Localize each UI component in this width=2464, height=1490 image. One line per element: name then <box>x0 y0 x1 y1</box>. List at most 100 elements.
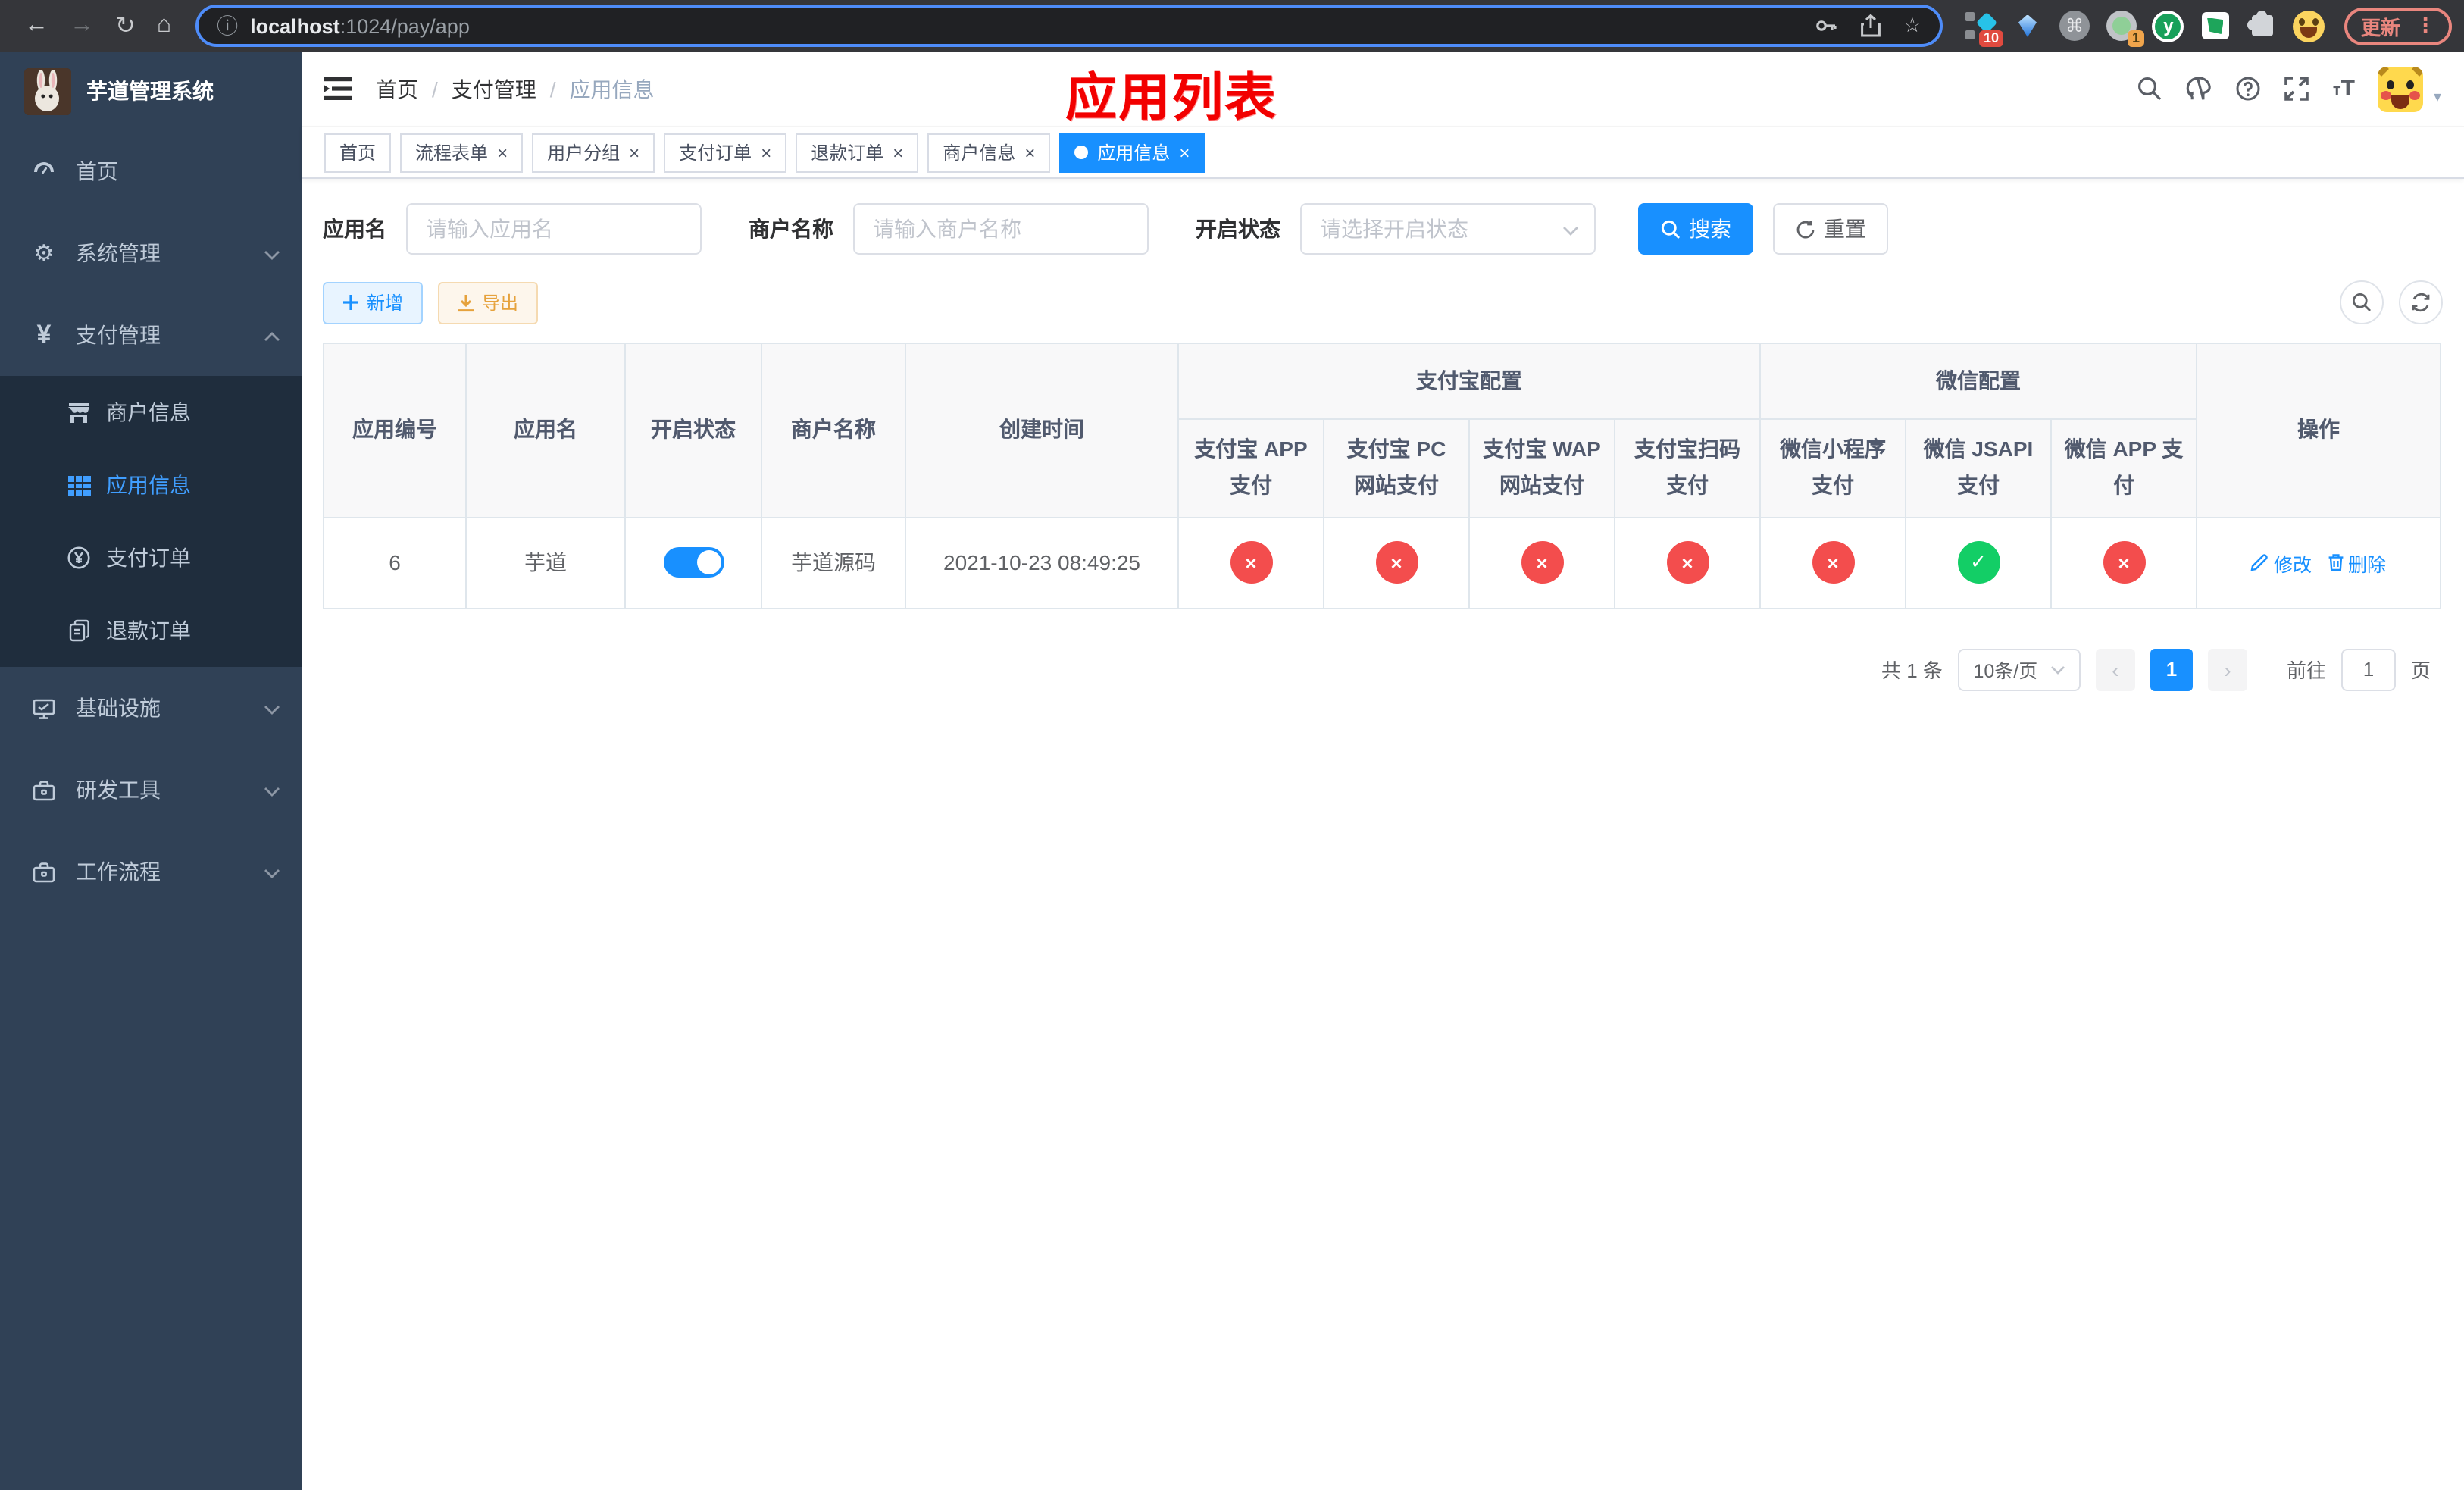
monitor-check-icon <box>32 696 56 720</box>
goto-page-input[interactable] <box>2340 648 2396 691</box>
chevron-down-icon <box>264 778 280 802</box>
breadcrumb-payment[interactable]: 支付管理 <box>452 74 536 104</box>
extension-command-icon[interactable]: ⌘ <box>2058 9 2091 42</box>
edit-button[interactable]: 修改 <box>2251 548 2312 577</box>
sidebar-item-app-info[interactable]: 应用信息 <box>0 449 302 521</box>
current-page-button[interactable]: 1 <box>2150 648 2193 691</box>
password-key-icon[interactable] <box>1814 14 1838 38</box>
close-icon[interactable]: × <box>761 143 771 161</box>
sidebar-item-payment[interactable]: ¥ 支付管理 <box>0 294 302 376</box>
logo-row[interactable]: 芋道管理系统 <box>0 52 302 130</box>
extension-chat-icon[interactable] <box>2199 9 2232 42</box>
forward-icon[interactable]: → <box>70 12 94 39</box>
chevron-up-icon <box>264 323 280 347</box>
close-icon[interactable]: × <box>893 143 903 161</box>
back-icon[interactable]: ← <box>24 12 48 39</box>
close-icon[interactable]: × <box>629 143 639 161</box>
app-title: 芋道管理系统 <box>86 79 214 103</box>
browser-menu-icon[interactable]: ⋮ <box>2416 14 2435 38</box>
update-button[interactable]: 更新 ⋮ <box>2344 7 2452 45</box>
wx-app-status: × <box>2103 541 2145 584</box>
sidebar-item-home[interactable]: 首页 <box>0 130 302 212</box>
grid-table-icon <box>67 473 91 497</box>
sidebar-collapse-icon[interactable] <box>324 77 352 100</box>
user-menu-caret-icon[interactable]: ▾ <box>2434 89 2441 105</box>
font-size-icon[interactable]: тT <box>2333 76 2355 102</box>
close-icon[interactable]: × <box>497 143 508 161</box>
extension-yuque-icon[interactable]: y <box>2152 9 2185 42</box>
fullscreen-icon[interactable] <box>2284 76 2310 102</box>
share-icon[interactable] <box>1859 14 1882 38</box>
search-icon[interactable] <box>2137 76 2163 102</box>
breadcrumb-separator: / <box>432 77 438 101</box>
tag-user-group[interactable]: 用户分组 × <box>532 133 655 172</box>
extension-profile-icon[interactable]: 1 <box>2105 9 2144 47</box>
close-icon[interactable]: × <box>1024 143 1035 161</box>
yen-circle-icon <box>67 546 91 570</box>
tag-home[interactable]: 首页 <box>324 133 392 172</box>
update-label: 更新 <box>2360 16 2400 39</box>
sidebar-item-label: 系统管理 <box>76 241 161 265</box>
active-dot <box>1074 146 1089 159</box>
delete-button[interactable]: 删除 <box>2327 548 2386 577</box>
search-button[interactable]: 搜索 <box>1638 203 1753 255</box>
sidebar-item-system[interactable]: ⚙ 系统管理 <box>0 212 302 294</box>
extension-emoji-icon[interactable] <box>2293 9 2326 42</box>
chevron-down-icon <box>264 241 280 265</box>
sidebar-item-dev-tools[interactable]: 研发工具 <box>0 749 302 831</box>
sidebar-item-workflow[interactable]: 工作流程 <box>0 831 302 912</box>
merchant-name-label: 商户名称 <box>749 217 833 241</box>
col-group-wechat: 微信配置 <box>1759 343 2197 420</box>
tag-pay-order[interactable]: 支付订单 × <box>664 133 787 172</box>
breadcrumb-current: 应用信息 <box>569 77 655 101</box>
breadcrumb-home[interactable]: 首页 <box>376 74 418 104</box>
enabled-toggle[interactable] <box>663 547 724 578</box>
next-page-button[interactable]: › <box>2207 648 2247 691</box>
table-toolbar: 新增 导出 <box>323 280 2443 324</box>
cell-created: 2021-10-23 08:49:25 <box>905 516 1179 609</box>
user-avatar[interactable] <box>2377 66 2423 111</box>
page-size-select[interactable]: 10条/页 <box>1957 648 2081 691</box>
breadcrumb: 首页 / 支付管理 / 应用信息 <box>376 74 655 104</box>
prev-page-button[interactable]: ‹ <box>2095 648 2135 691</box>
merchant-name-input[interactable] <box>853 203 1149 255</box>
app-name-input[interactable] <box>406 203 702 255</box>
chevron-down-icon <box>264 859 280 884</box>
tag-refund-order[interactable]: 退款订单 × <box>796 133 919 172</box>
sidebar-item-merchant-info[interactable]: 商户信息 <box>0 376 302 449</box>
tag-merchant-info[interactable]: 商户信息 × <box>927 133 1051 172</box>
col-app-name: 应用名 <box>465 343 626 518</box>
sidebar-item-infrastructure[interactable]: 基础设施 <box>0 667 302 749</box>
close-icon[interactable]: × <box>1179 143 1190 161</box>
extension-gem-icon[interactable] <box>2011 9 2044 42</box>
refresh-button[interactable] <box>2399 280 2443 324</box>
alipay-qr-status: × <box>1666 541 1709 584</box>
sidebar-item-refund-order[interactable]: 退款订单 <box>0 594 302 667</box>
col-wx-jsapi: 微信 JSAPI 支付 <box>1905 418 2052 518</box>
site-info-icon[interactable]: ⓘ <box>217 11 238 41</box>
reload-icon[interactable]: ↻ <box>115 11 136 41</box>
sidebar-item-pay-order[interactable]: 支付订单 <box>0 521 302 594</box>
url-bar[interactable]: ⓘ localhost:1024/pay/app ☆ <box>195 5 1943 47</box>
extension-pin-icon[interactable]: 10 <box>1964 9 2003 47</box>
app-table: 应用编号 应用名 开启状态 商户名称 创建时间 支付宝配置 微信配置 操作 支付… <box>323 343 2441 609</box>
bookmark-star-icon[interactable]: ☆ <box>1903 14 1921 38</box>
goto-label: 前往 <box>2286 659 2326 683</box>
github-icon[interactable] <box>2186 75 2213 102</box>
toggle-search-button[interactable] <box>2340 280 2384 324</box>
url-path: :1024/pay/app <box>339 14 470 37</box>
tag-app-info[interactable]: 应用信息 × <box>1059 133 1205 172</box>
status-select[interactable]: 请选择开启状态 <box>1300 203 1596 255</box>
extensions-puzzle-icon[interactable] <box>2246 9 2279 42</box>
col-actions: 操作 <box>2196 343 2441 518</box>
reset-button[interactable]: 重置 <box>1773 203 1888 255</box>
export-button[interactable]: 导出 <box>438 281 539 324</box>
logo-avatar <box>24 67 71 114</box>
col-merchant: 商户名称 <box>761 343 906 518</box>
wx-jsapi-status: ✓ <box>1957 541 2000 584</box>
alipay-app-status: × <box>1230 541 1272 584</box>
tag-process-form[interactable]: 流程表单 × <box>400 133 524 172</box>
help-icon[interactable] <box>2236 76 2262 102</box>
add-button[interactable]: 新增 <box>323 281 424 324</box>
home-icon[interactable]: ⌂ <box>157 12 171 39</box>
